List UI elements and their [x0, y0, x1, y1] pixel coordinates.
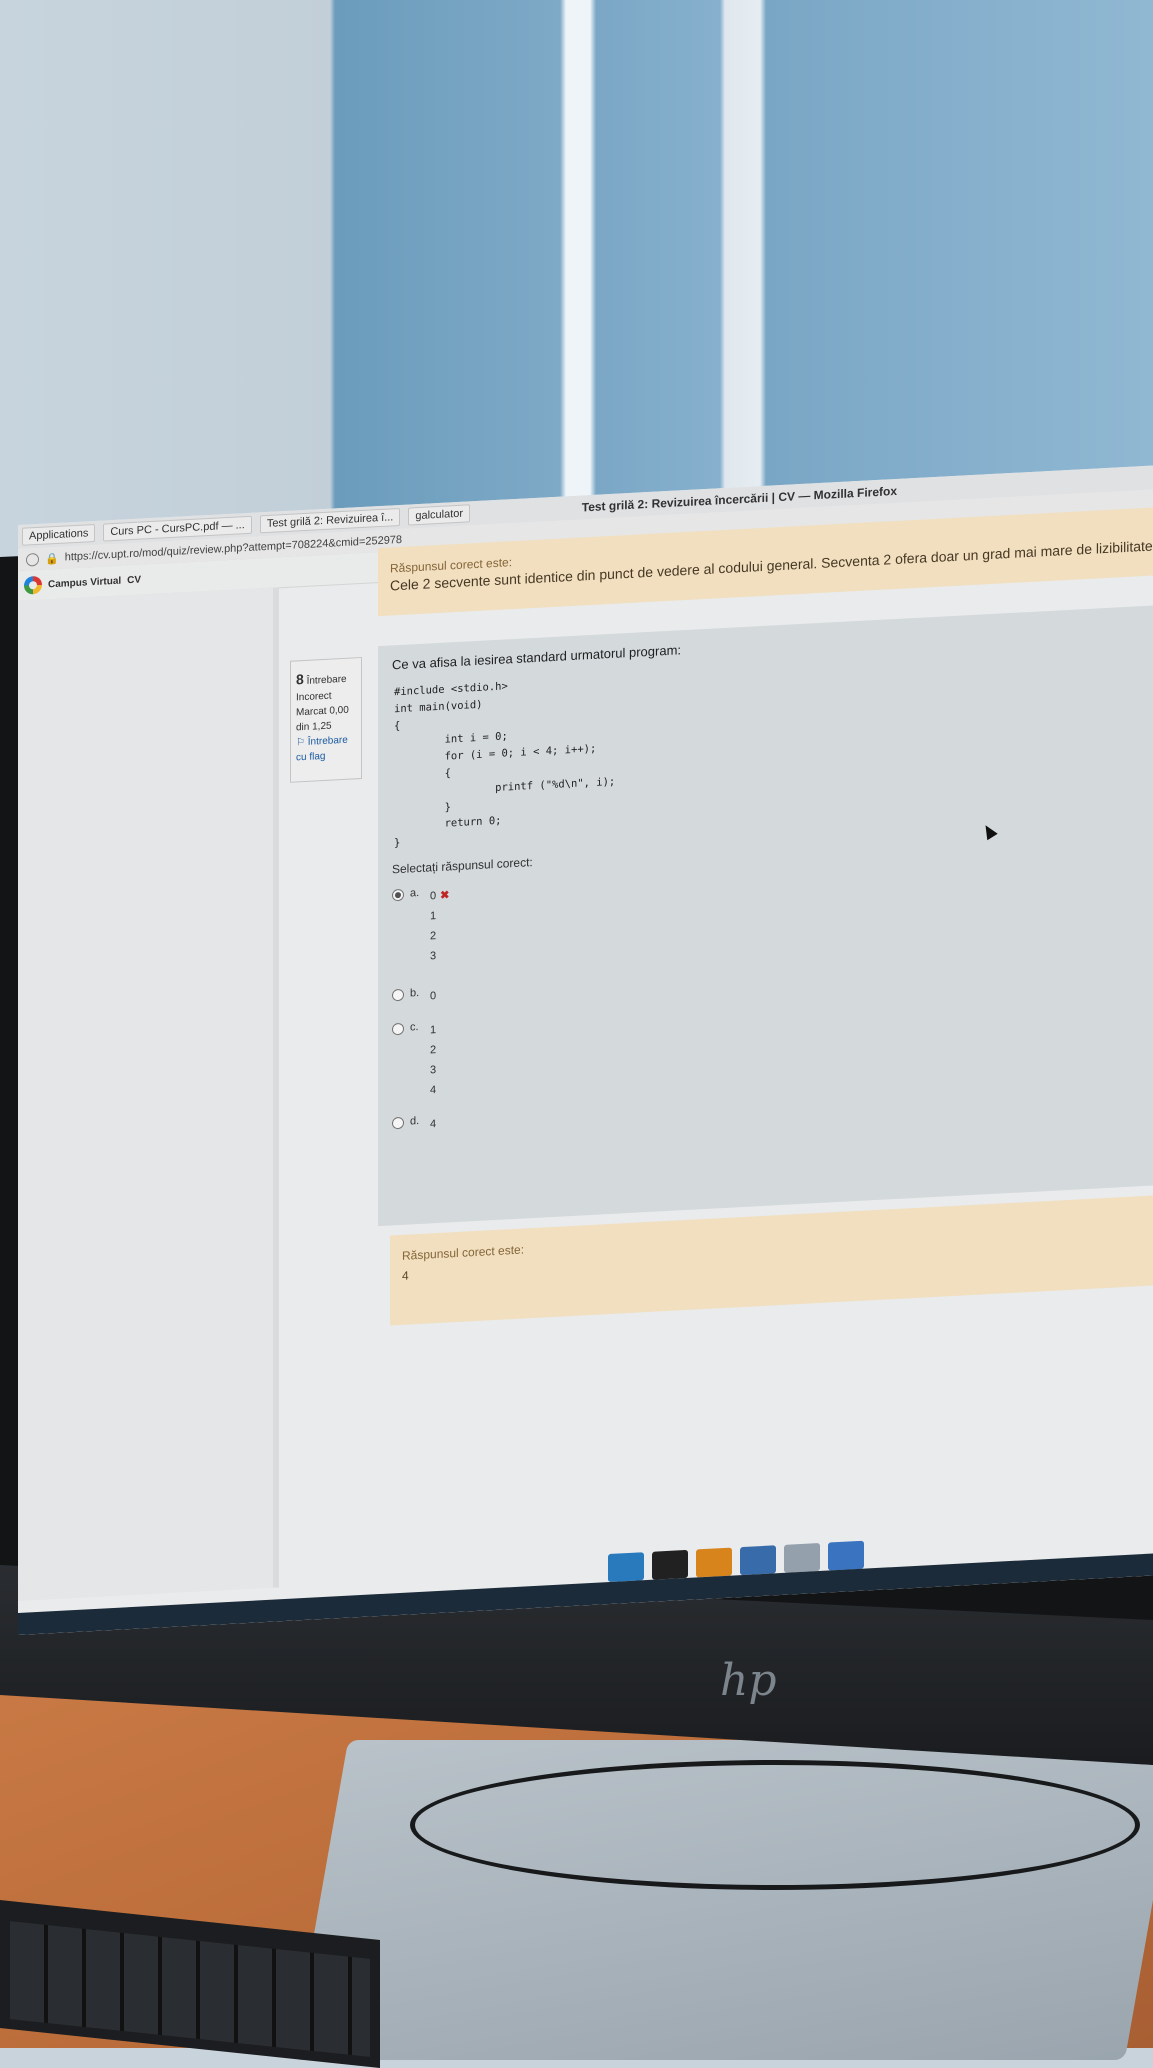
radio-b[interactable]: [392, 988, 404, 1002]
terminal-icon[interactable]: [652, 1549, 688, 1580]
code-snippet: #include <stdio.h> int main(void) { int …: [394, 680, 616, 850]
radio-c[interactable]: [392, 1022, 404, 1036]
folder-icon[interactable]: [828, 1540, 864, 1571]
task-galculator[interactable]: galculator: [408, 504, 471, 526]
flag-icon: ⚐: [296, 736, 305, 749]
radio-d[interactable]: [392, 1116, 404, 1130]
campus-virtual-logo-icon[interactable]: [24, 575, 42, 595]
question-box: Ce va afisa la iesirea standard urmatoru…: [378, 605, 1153, 1227]
question-info: 8 Întrebare Incorect Marcat 0,00 din 1,2…: [290, 656, 362, 783]
question-mark: Marcat 0,00 din 1,25: [296, 704, 349, 734]
logo-suffix: CV: [127, 574, 142, 586]
screen: Applications Curs PC - CursPC.pdf — ... …: [18, 465, 1153, 1635]
left-pane: [18, 587, 279, 1601]
reload-icon[interactable]: [26, 552, 39, 567]
logo-text: Campus Virtual: [48, 575, 122, 590]
hp-logo: hp: [720, 1655, 777, 1706]
question-number: 8: [296, 671, 304, 688]
files-icon[interactable]: [696, 1547, 732, 1578]
question-number-label: Întrebare: [306, 673, 347, 687]
applications-menu[interactable]: Applications: [22, 523, 96, 546]
lock-icon: 🔒: [45, 552, 59, 566]
web-browser-icon[interactable]: [740, 1545, 776, 1576]
desktop-icon[interactable]: [608, 1552, 644, 1583]
flag-question-link[interactable]: ⚐ Întrebare cu flag: [296, 732, 356, 765]
option-a-values: 0 ✖ 1 2 3: [430, 889, 450, 963]
cable: [410, 1760, 1140, 1890]
search-icon[interactable]: [784, 1542, 820, 1573]
radio-a[interactable]: [392, 888, 404, 902]
incorrect-icon: ✖: [440, 889, 450, 902]
